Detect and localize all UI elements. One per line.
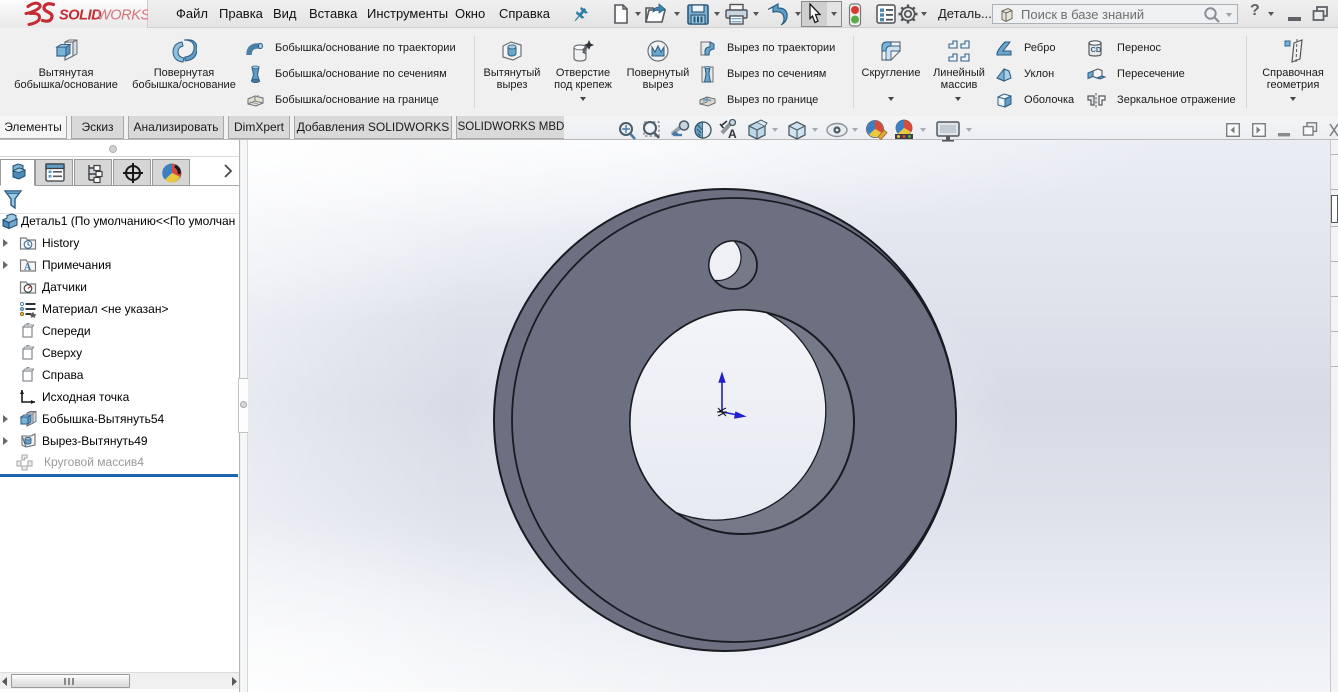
- svg-text:CD: CD: [1091, 45, 1102, 54]
- svg-text:SOLID: SOLID: [59, 8, 102, 24]
- svg-text:A: A: [24, 262, 32, 273]
- svg-text:WORKS: WORKS: [97, 8, 148, 24]
- svg-text:A: A: [728, 127, 737, 141]
